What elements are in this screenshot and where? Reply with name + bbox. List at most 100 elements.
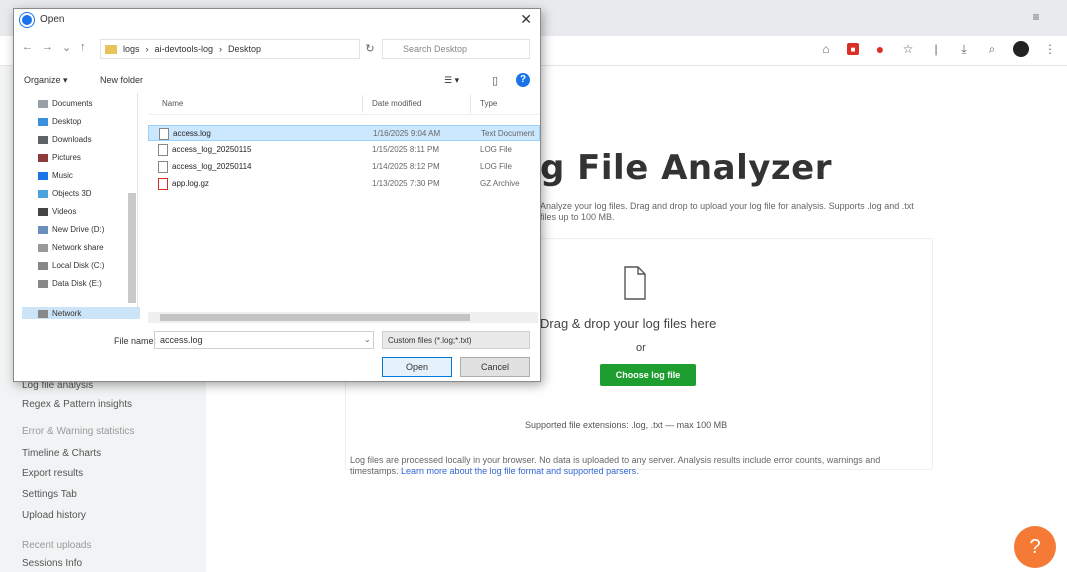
folder-icon <box>105 45 117 54</box>
sidebar-item-sessions[interactable]: Sessions Info <box>22 558 82 569</box>
text-file-icon <box>159 128 169 140</box>
open-button[interactable]: Open <box>382 357 452 377</box>
star-icon[interactable]: ☆ <box>901 42 915 56</box>
file-row[interactable]: access.log 1/16/2025 9:04 AM Text Docume… <box>148 125 540 141</box>
sidebar-item-settings[interactable]: Settings Tab <box>22 489 77 500</box>
zoom-icon[interactable]: ⌕ <box>985 42 999 56</box>
nav-item-videos[interactable]: Videos <box>38 207 76 216</box>
nav-item-documents[interactable]: Documents <box>38 99 92 108</box>
scrollbar-thumb[interactable] <box>160 314 470 321</box>
nav-item-network-share[interactable]: Network share <box>38 243 104 252</box>
window-control-icon[interactable]: ≡ <box>1029 10 1043 24</box>
column-divider[interactable] <box>362 95 363 113</box>
forward-arrow-icon[interactable]: → <box>42 41 53 53</box>
nav-item-label: Network share <box>52 243 104 252</box>
downloads-icon <box>38 135 48 144</box>
help-button[interactable]: ? <box>1014 526 1056 568</box>
file-row[interactable]: access_log_20250114 1/14/2025 8:12 PM LO… <box>148 159 540 175</box>
breadcrumb-logs[interactable]: logs <box>123 44 140 58</box>
browser-logo-icon <box>20 13 34 27</box>
nav-item-network[interactable]: Network <box>38 309 81 318</box>
download-icon[interactable]: ⤓ <box>957 42 971 56</box>
nav-item-drive-c[interactable]: Local Disk (C:) <box>38 261 104 270</box>
extension-icon[interactable]: ⌂ <box>819 42 833 56</box>
divider-icon: | <box>934 42 938 56</box>
nav-item-drive-d[interactable]: New Drive (D:) <box>38 225 104 234</box>
sidebar-item-error-stats[interactable]: Error & Warning statistics <box>22 426 134 437</box>
menu-icon[interactable]: ⋮ <box>1043 42 1057 56</box>
file-row[interactable]: app.log.gz 1/13/2025 7:30 PM GZ Archive <box>148 176 540 192</box>
nav-item-drive-e[interactable]: Data Disk (E:) <box>38 279 102 288</box>
refresh-icon[interactable]: ↻ <box>362 39 378 59</box>
filename-input[interactable]: access.log <box>154 331 374 349</box>
column-type[interactable]: Type <box>480 99 497 108</box>
organize-menu[interactable]: Organize ▾ <box>24 75 68 86</box>
column-date[interactable]: Date modified <box>372 99 421 108</box>
sidebar-item-upload-history[interactable]: Upload history <box>22 510 86 521</box>
file-date: 1/15/2025 8:11 PM <box>372 145 440 154</box>
drive-icon <box>38 261 48 270</box>
choose-file-button[interactable]: Choose log file <box>600 364 696 386</box>
breadcrumb-separator-icon: › <box>145 44 149 54</box>
drive-icon <box>38 279 48 288</box>
file-type: Text Document <box>481 129 535 138</box>
sidebar-item-export[interactable]: Export results <box>22 468 83 479</box>
file-open-dialog: Open ✕ ← → ⌄ ↑ logs › ai-devtools-log › … <box>13 8 541 382</box>
view-options-button[interactable]: ☰ ▾ <box>444 75 459 86</box>
music-icon <box>38 171 48 180</box>
nav-item-label: Local Disk (C:) <box>52 261 105 270</box>
search-input[interactable]: Search Desktop <box>382 39 530 59</box>
help-icon[interactable]: ? <box>516 73 530 87</box>
pdf-icon[interactable]: ■ <box>847 43 859 55</box>
nav-item-music[interactable]: Music <box>38 171 73 180</box>
file-name: access.log <box>173 129 211 138</box>
file-type-select[interactable]: Custom files (*.log;*.txt) <box>382 331 530 349</box>
column-name[interactable]: Name <box>162 99 183 108</box>
desktop-icon <box>38 117 48 126</box>
back-arrow-icon[interactable]: ← <box>22 41 33 53</box>
horizontal-scrollbar[interactable] <box>148 312 538 323</box>
sidebar-item-timeline[interactable]: Timeline & Charts <box>22 448 101 459</box>
close-icon[interactable]: ✕ <box>520 11 532 28</box>
breadcrumb-desktop[interactable]: Desktop <box>228 44 261 58</box>
archive-file-icon <box>158 178 168 190</box>
nav-item-label: Videos <box>52 207 77 216</box>
nav-scrollbar[interactable] <box>128 193 136 303</box>
page-title: g File Analyzer <box>540 148 833 188</box>
nav-item-label: Documents <box>52 99 93 108</box>
file-type: LOG File <box>480 145 513 154</box>
nav-item-objects[interactable]: Objects 3D <box>38 189 92 198</box>
profile-icon[interactable] <box>1013 41 1029 57</box>
drive-icon <box>38 225 48 234</box>
filename-label: File name: <box>114 336 157 346</box>
file-date: 1/16/2025 9:04 AM <box>373 129 441 138</box>
sidebar-item-recent[interactable]: Recent uploads <box>22 540 92 551</box>
recent-dropdown-icon[interactable]: ⌄ <box>62 41 71 54</box>
nav-item-desktop[interactable]: Desktop <box>38 117 81 126</box>
or-separator: or <box>636 342 646 354</box>
sidebar-item-pattern-insights[interactable]: Regex & Pattern insights <box>22 399 132 410</box>
record-icon[interactable]: ● <box>873 41 887 57</box>
address-bar[interactable]: logs › ai-devtools-log › Desktop <box>100 39 360 59</box>
file-date: 1/14/2025 8:12 PM <box>372 162 440 171</box>
preview-pane-icon[interactable]: ▯ <box>492 74 498 87</box>
column-divider[interactable] <box>470 95 471 113</box>
toolbar-icons: ⌂ ■ ● ☆ | ⤓ ⌕ ⋮ <box>819 41 1057 57</box>
file-type: GZ Archive <box>480 179 520 188</box>
file-date: 1/13/2025 7:30 PM <box>372 179 440 188</box>
nav-item-label: Desktop <box>52 117 82 126</box>
breadcrumb-devtools[interactable]: ai-devtools-log <box>155 44 214 58</box>
nav-item-label: Network <box>52 309 82 318</box>
log-file-icon <box>158 161 168 173</box>
cancel-button[interactable]: Cancel <box>460 357 530 377</box>
up-arrow-icon[interactable]: ↑ <box>80 41 86 53</box>
file-row[interactable]: access_log_20250115 1/15/2025 8:11 PM LO… <box>148 142 540 158</box>
videos-icon <box>38 207 48 216</box>
filename-dropdown-icon[interactable]: ⌄ <box>364 335 371 344</box>
nav-item-pictures[interactable]: Pictures <box>38 153 81 162</box>
learn-more-link[interactable]: Learn more about the log file format and… <box>401 466 639 476</box>
new-folder-button[interactable]: New folder <box>100 75 143 85</box>
file-name: access_log_20250114 <box>172 162 252 171</box>
nav-item-downloads[interactable]: Downloads <box>38 135 92 144</box>
file-type: LOG File <box>480 162 513 171</box>
